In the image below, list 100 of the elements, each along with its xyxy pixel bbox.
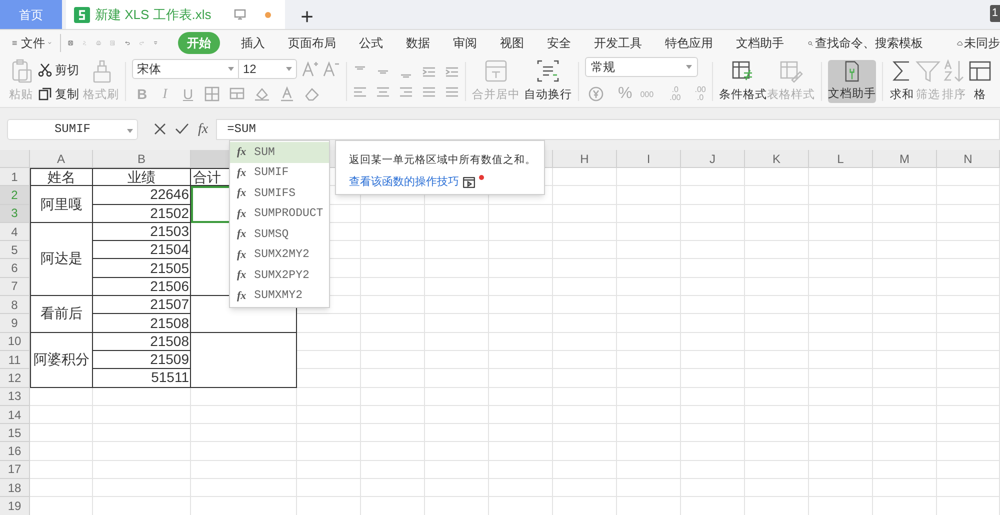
caret-icon[interactable] (228, 66, 234, 70)
row-header[interactable]: 5 (0, 241, 30, 260)
wrap-text-icon[interactable] (535, 58, 561, 84)
ribbon-tab[interactable]: 安全 (545, 34, 574, 52)
check-icon[interactable] (175, 123, 189, 135)
grid-cell (809, 332, 873, 351)
ribbon-tab[interactable]: 开发工具 (592, 34, 644, 52)
column-header[interactable]: L (809, 150, 873, 168)
align-center-icon[interactable] (376, 86, 390, 98)
column-header[interactable]: H (553, 150, 617, 168)
ribbon-button[interactable]: 求和 (888, 56, 915, 107)
ribbon-tab[interactable]: 插入 (239, 34, 268, 52)
row-header[interactable]: 16 (0, 442, 30, 461)
caret-icon[interactable] (686, 65, 692, 69)
column-header[interactable]: M (873, 150, 937, 168)
eraser-icon[interactable] (304, 86, 320, 102)
row-header[interactable]: 4 (0, 222, 30, 242)
row-header[interactable]: 11 (0, 350, 30, 370)
ribbon-tab[interactable]: 审阅 (451, 34, 480, 52)
ribbon-tab[interactable]: 特色应用 (663, 34, 716, 52)
document-tab[interactable]: 新建 XLS 工作表.xls (66, 0, 285, 29)
table-cell[interactable] (191, 332, 297, 388)
grid-cell (297, 442, 361, 461)
column-header[interactable]: I (617, 150, 681, 168)
ribbon-button[interactable]: 格 (966, 56, 993, 107)
justify-icon[interactable] (422, 86, 436, 98)
currency-icon[interactable] (588, 86, 604, 102)
insert-function-button[interactable]: fx (198, 118, 208, 140)
ribbon-button[interactable]: 条件格式 (718, 56, 767, 107)
spreadsheet-icon[interactable] (74, 6, 90, 22)
row-header[interactable]: 17 (0, 460, 30, 480)
autocomplete-item[interactable]: fx SUMX2PY2 (230, 265, 329, 286)
row-header[interactable]: 6 (0, 259, 30, 278)
row-header[interactable]: 19 (0, 497, 30, 515)
name-box[interactable]: SUMIF (7, 118, 138, 140)
ribbon-tab[interactable]: 视图 (498, 34, 526, 52)
close-icon[interactable] (154, 123, 166, 135)
scissors-icon[interactable] (38, 62, 52, 76)
outdent-icon[interactable] (422, 66, 436, 78)
function-name: SUMXMY2 (254, 288, 302, 304)
column-header[interactable]: N (937, 150, 1000, 168)
paint-bucket-icon[interactable] (254, 86, 270, 102)
row-header[interactable]: 3 (0, 204, 30, 223)
row-header[interactable]: 13 (0, 388, 30, 406)
ribbon-tab[interactable]: 开始 (178, 32, 220, 54)
column-header[interactable]: B (93, 150, 191, 168)
align-left-icon[interactable] (353, 86, 367, 98)
autocomplete-item[interactable]: fx SUMX2MY2 (230, 244, 329, 265)
row-header[interactable]: 18 (0, 479, 30, 498)
ribbon-button[interactable]: 剪切 (38, 60, 79, 78)
autocomplete-item[interactable]: fx SUMSQ (230, 224, 329, 244)
select-all-corner[interactable] (0, 150, 30, 168)
font-name-field[interactable]: 宋体 (132, 58, 239, 78)
row-header[interactable]: 7 (0, 278, 30, 296)
help-link[interactable]: 查看该函数的操作技巧 (349, 174, 459, 190)
caret-icon[interactable] (286, 66, 292, 70)
row-header[interactable]: 12 (0, 369, 30, 388)
row-header[interactable]: 14 (0, 406, 30, 424)
row-header[interactable]: 10 (0, 332, 30, 351)
grow-font-icon[interactable] (301, 60, 319, 78)
font-color-icon[interactable] (279, 86, 295, 102)
copy-icon[interactable] (38, 86, 52, 100)
ribbon-tab[interactable]: 数据 (404, 34, 432, 52)
borders-icon[interactable] (204, 86, 220, 102)
row-header[interactable]: 9 (0, 314, 30, 333)
font-size-field[interactable]: 12 (239, 58, 297, 78)
sync-status[interactable]: 未同步 (964, 34, 1000, 52)
indent-icon[interactable] (445, 66, 459, 78)
row-header[interactable]: 1 (0, 168, 30, 186)
row-header[interactable]: 2 (0, 186, 30, 205)
caret-icon[interactable] (127, 128, 133, 132)
autocomplete-item[interactable]: fx SUM (230, 142, 329, 162)
ribbon-tab[interactable]: 文档助手 (734, 34, 786, 52)
ribbon-button[interactable]: 文档助手 (828, 60, 876, 103)
ribbon-button[interactable]: 自动换行 (524, 58, 572, 105)
formula-field[interactable]: =SUM (216, 118, 1000, 140)
ribbon-tab[interactable]: 页面布局 (286, 34, 338, 52)
video-icon[interactable] (463, 176, 475, 188)
number-format-field[interactable]: 常规 (585, 57, 698, 77)
autocomplete-item[interactable]: fx SUMPRODUCT (230, 204, 329, 224)
row-header[interactable]: 15 (0, 424, 30, 442)
distribute-icon[interactable] (445, 86, 459, 98)
command-search[interactable]: 查找命令、搜索模板 (815, 34, 924, 52)
grid-cell (937, 369, 1000, 388)
home-tab[interactable]: 首页 (0, 0, 62, 29)
new-tab-button[interactable]: + (287, 0, 327, 29)
column-header[interactable]: J (681, 150, 745, 168)
monitor-icon[interactable] (234, 9, 246, 20)
file-menu[interactable]: 文件 (21, 34, 46, 52)
column-header[interactable]: A (30, 150, 93, 168)
row-header[interactable]: 8 (0, 296, 30, 314)
ribbon-tab[interactable]: 公式 (357, 34, 386, 52)
shrink-font-icon[interactable] (322, 60, 340, 78)
grid-cell (681, 460, 745, 480)
autocomplete-item[interactable]: fx SUMXMY2 (230, 286, 329, 306)
align-right-icon[interactable] (399, 86, 413, 98)
fill-icon[interactable] (229, 86, 245, 102)
column-header[interactable]: K (745, 150, 809, 168)
column-header[interactable] (191, 150, 229, 167)
ribbon-button[interactable]: 复制 (38, 84, 79, 102)
